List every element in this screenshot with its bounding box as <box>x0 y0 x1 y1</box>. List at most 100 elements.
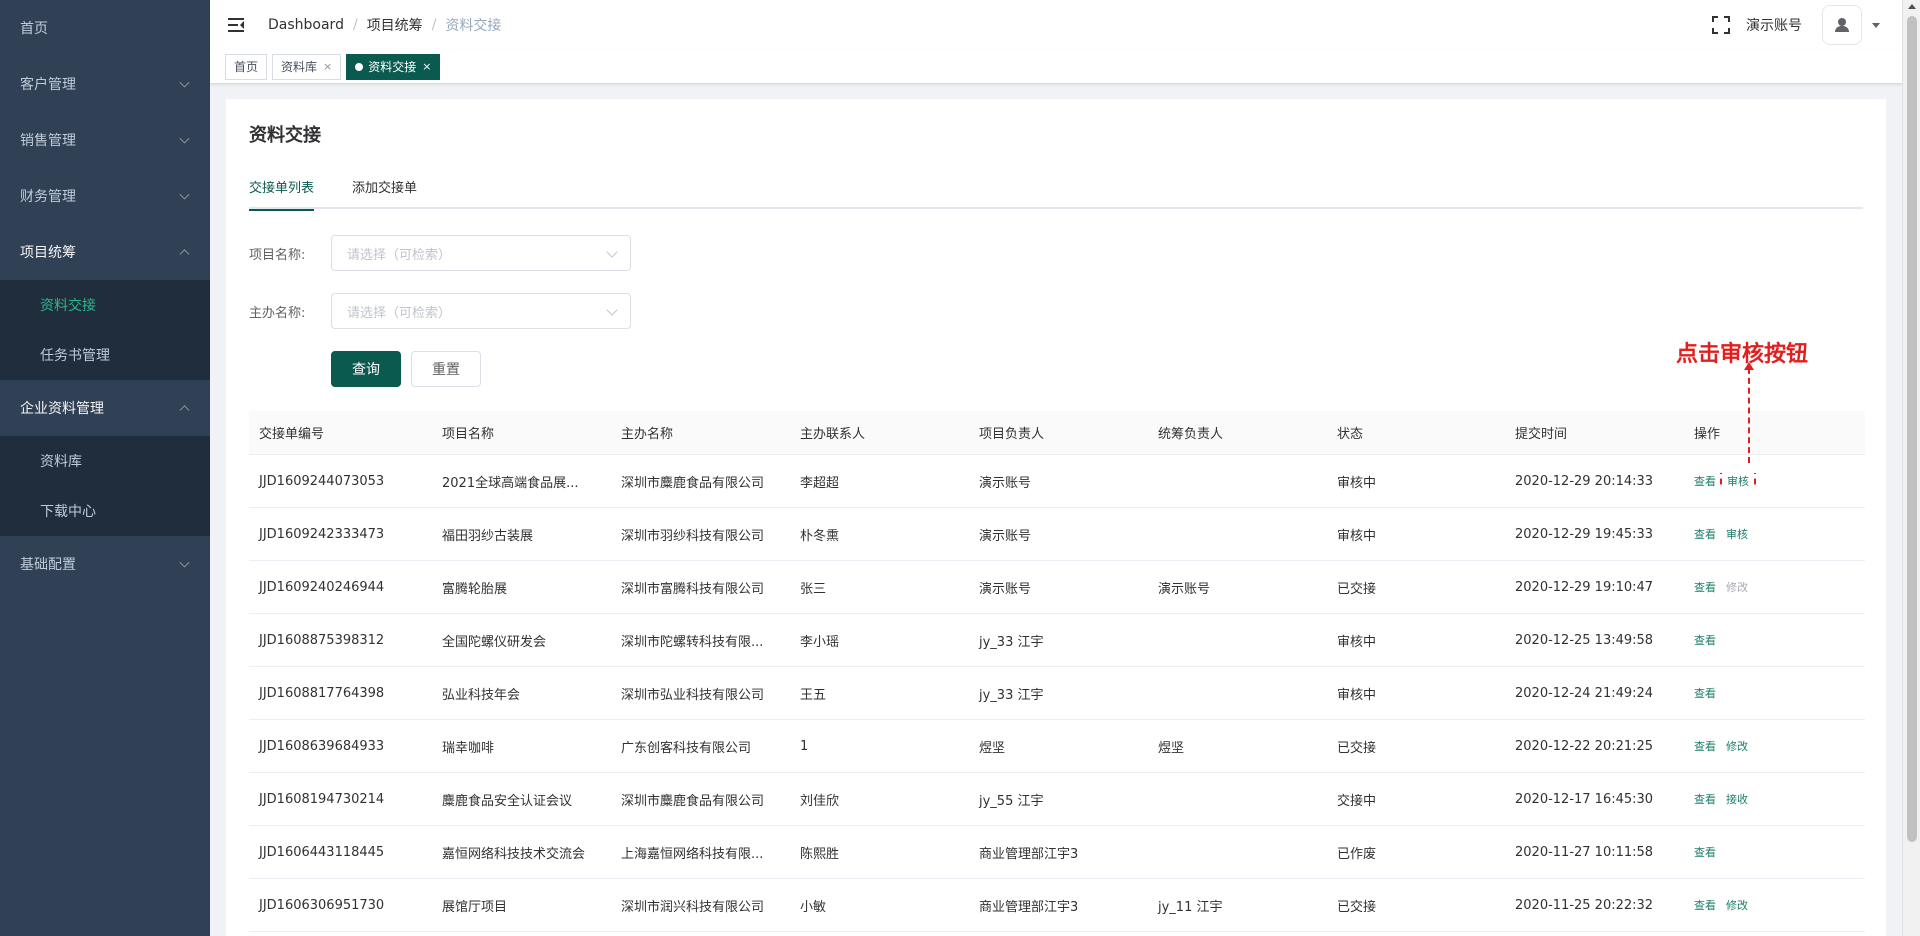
action-view-button[interactable]: 查看 <box>1694 528 1716 541</box>
cell-status: 审核中 <box>1337 634 1377 650</box>
cell-project: 瑞幸咖啡 <box>442 740 495 756</box>
action-edit-button[interactable]: 修改 <box>1726 899 1748 912</box>
sidebar-item-finance[interactable]: 财务管理 <box>0 168 210 224</box>
scrollbar[interactable] <box>1902 0 1920 936</box>
action-view-button[interactable]: 查看 <box>1694 581 1716 594</box>
scroll-up-icon[interactable] <box>1908 4 1916 9</box>
menu-toggle-icon[interactable] <box>228 18 244 32</box>
action-view-button[interactable]: 查看 <box>1694 793 1716 806</box>
sidebar-item-label: 客户管理 <box>20 77 76 93</box>
cell-host: 深圳市羽纱科技有限公司 <box>621 528 765 544</box>
reset-button[interactable]: 重置 <box>411 351 481 387</box>
column-header: 项目负责人 <box>979 427 1045 442</box>
submenu-enterprise: 资料库 下载中心 <box>0 436 210 536</box>
cell-id: JJD1608639684933 <box>259 738 385 754</box>
annotation-text: 点击审核按钮 <box>1676 342 1809 367</box>
sidebar-item-label: 销售管理 <box>20 133 76 149</box>
action-edit-button[interactable]: 修改 <box>1726 740 1748 753</box>
cell-project: 2021全球高端食品展... <box>442 475 579 491</box>
cell-id: JJD1608875398312 <box>259 632 385 648</box>
cell-coord: 煜坚 <box>1158 740 1185 756</box>
cell-contact: 王五 <box>800 687 827 703</box>
cell-contact: 陈熙胜 <box>800 846 840 862</box>
sidebar-item-home[interactable]: 首页 <box>0 0 210 56</box>
sidebar-item-projects[interactable]: 项目统筹 <box>0 224 210 280</box>
chevron-down-icon <box>179 189 190 200</box>
sidebar-item-downloads[interactable]: 下载中心 <box>0 486 210 536</box>
sidebar-item-label: 基础配置 <box>20 557 76 573</box>
close-icon[interactable]: × <box>323 55 332 79</box>
cell-time: 2020-11-25 20:22:32 <box>1515 897 1654 913</box>
breadcrumb-current: 资料交接 <box>445 18 502 34</box>
column-header: 交接单编号 <box>259 427 325 442</box>
sidebar-item-config[interactable]: 基础配置 <box>0 536 210 592</box>
close-icon[interactable]: × <box>422 55 431 79</box>
avatar[interactable] <box>1822 5 1862 45</box>
cell-contact: 刘佳欣 <box>800 793 840 809</box>
select-placeholder: 请选择（可检索） <box>347 247 452 263</box>
sidebar-item-label: 企业资料管理 <box>20 401 104 417</box>
host-name-label: 主办名称: <box>249 305 306 321</box>
cell-id: JJD1608194730214 <box>259 791 385 807</box>
action-edit-button[interactable]: 修改 <box>1726 581 1748 594</box>
cell-pm: 演示账号 <box>979 528 1032 544</box>
tag-handover[interactable]: 资料交接 × <box>346 53 441 80</box>
cell-actions: 查看 修改 <box>1684 579 1865 595</box>
table-row: JJD1608194730214 麋鹿食品安全认证会议 深圳市麋鹿食品有限公司 刘佳欣… <box>249 773 1865 826</box>
sidebar-item-library[interactable]: 资料库 <box>0 436 210 486</box>
cell-pm: jy_55 江宇 <box>979 793 1044 809</box>
action-view-button[interactable]: 查看 <box>1694 899 1716 912</box>
project-name-select[interactable]: 请选择（可检索） <box>331 235 631 271</box>
sidebar-item-task-book[interactable]: 任务书管理 <box>0 330 210 380</box>
action-review-button[interactable]: 审核 <box>1720 473 1756 489</box>
cell-actions: 查看 修改 <box>1684 738 1865 754</box>
action-view-button[interactable]: 查看 <box>1694 740 1716 753</box>
tag-home[interactable]: 首页 <box>225 53 268 80</box>
cell-status: 审核中 <box>1337 528 1377 544</box>
main-content: 资料交接 交接单列表 添加交接单 项目名称: 请选择（可检索） 主办名称: 请选… <box>226 99 1886 936</box>
action-view-button[interactable]: 查看 <box>1694 687 1716 700</box>
cell-contact: 1 <box>800 738 809 754</box>
sidebar-item-sales[interactable]: 销售管理 <box>0 112 210 168</box>
cell-project: 富腾轮胎展 <box>442 581 508 597</box>
annotation-line <box>1748 368 1750 463</box>
host-name-select[interactable]: 请选择（可检索） <box>331 293 631 329</box>
tag-library[interactable]: 资料库 × <box>272 53 342 80</box>
action-view-button[interactable]: 查看 <box>1694 846 1716 859</box>
cell-id: JJD1609242333473 <box>259 526 385 542</box>
table-row: JJD1608875398312 全国陀螺仪研发会 深圳市陀螺转科技有限... 李小瑶… <box>249 614 1865 667</box>
sidebar-item-customers[interactable]: 客户管理 <box>0 56 210 112</box>
tags-view: 首页 资料库 × 资料交接 × <box>210 50 1902 84</box>
fullscreen-icon[interactable] <box>1712 16 1730 34</box>
tag-label: 资料交接 <box>368 59 417 74</box>
breadcrumb-dashboard[interactable]: Dashboard <box>268 17 344 33</box>
action-view-button[interactable]: 查看 <box>1694 475 1716 488</box>
cell-status: 审核中 <box>1337 475 1377 491</box>
chevron-down-icon <box>179 77 190 88</box>
cell-coord: 演示账号 <box>1158 581 1211 597</box>
cell-time: 2020-12-29 19:45:33 <box>1515 526 1654 542</box>
cell-time: 2020-12-22 20:21:25 <box>1515 738 1654 754</box>
query-button[interactable]: 查询 <box>331 351 401 387</box>
cell-project: 全国陀螺仪研发会 <box>442 634 547 650</box>
tab-handover-list[interactable]: 交接单列表 <box>249 169 315 211</box>
sidebar: 首页 客户管理 销售管理 财务管理 项目统筹 资料交接 任务书管理 企业资料管理… <box>0 0 210 936</box>
cell-id: JJD1608817764398 <box>259 685 385 701</box>
action-receive-button[interactable]: 接收 <box>1726 793 1748 806</box>
breadcrumb: Dashboard / 项目统筹 / 资料交接 <box>268 15 501 35</box>
cell-contact: 张三 <box>800 581 827 597</box>
tab-add-handover[interactable]: 添加交接单 <box>352 169 417 209</box>
scroll-thumb[interactable] <box>1907 16 1917 842</box>
cell-actions: 查看 <box>1684 685 1865 701</box>
sidebar-item-label: 首页 <box>20 21 48 37</box>
cell-host: 广东创客科技有限公司 <box>621 740 752 756</box>
cell-time: 2020-12-17 16:45:30 <box>1515 791 1654 807</box>
sidebar-item-handover[interactable]: 资料交接 <box>0 280 210 330</box>
caret-down-icon[interactable] <box>1872 22 1880 28</box>
handover-table: 交接单编号 项目名称 主办名称 主办联系人 项目负责人 统筹负责人 状态 提交时… <box>249 411 1865 932</box>
breadcrumb-projects[interactable]: 项目统筹 <box>367 15 423 35</box>
action-review-button[interactable]: 审核 <box>1726 528 1748 541</box>
action-view-button[interactable]: 查看 <box>1694 634 1716 647</box>
sidebar-item-enterprise-docs[interactable]: 企业资料管理 <box>0 380 210 436</box>
column-header: 操作 <box>1694 427 1721 442</box>
